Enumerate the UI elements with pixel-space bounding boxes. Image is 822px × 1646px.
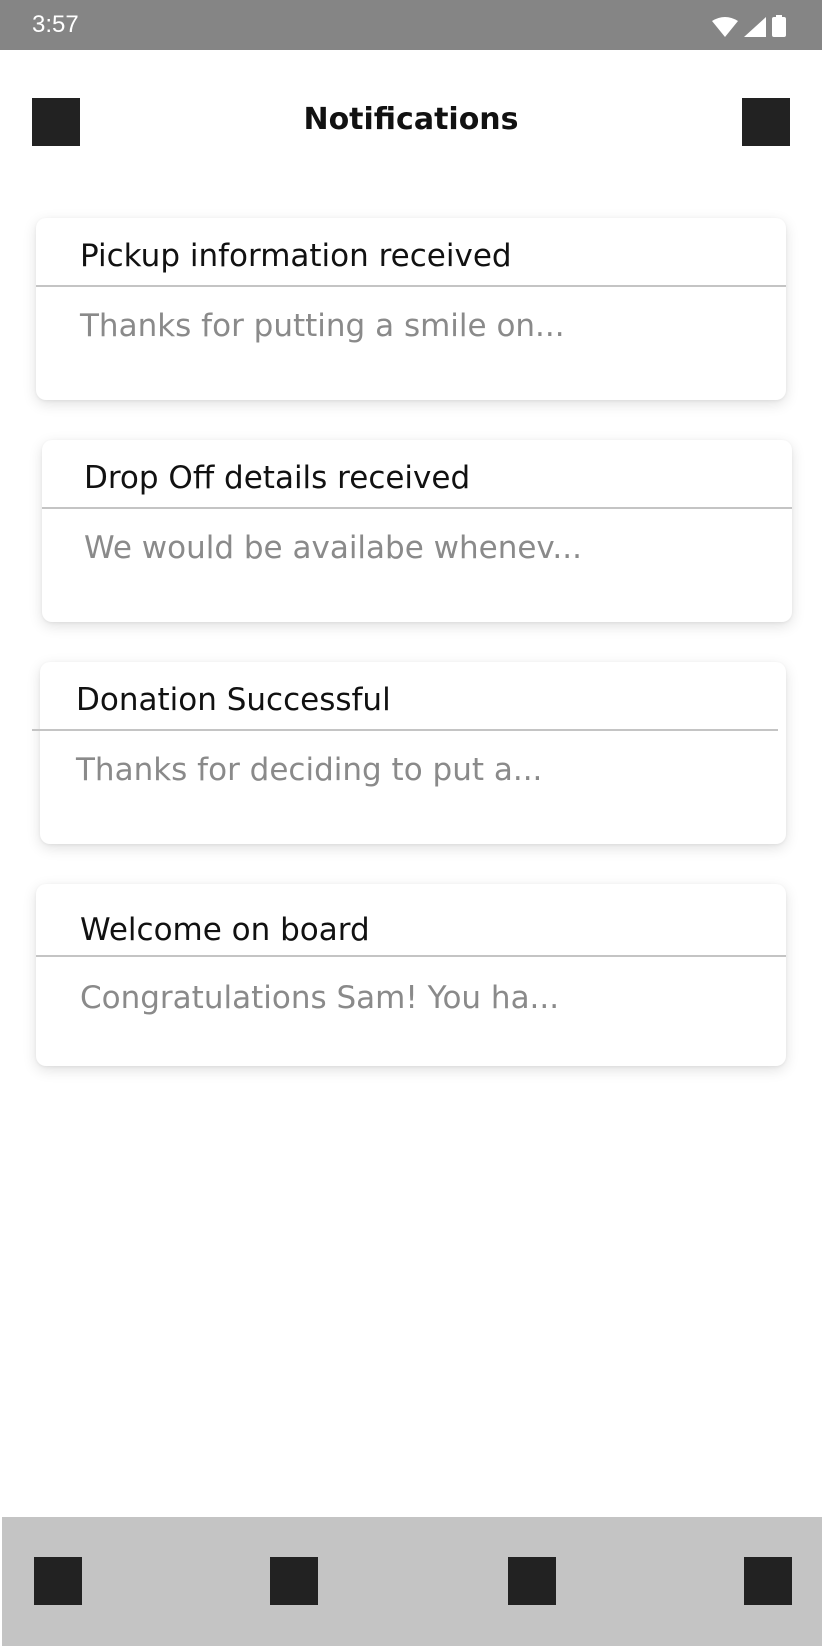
nav-icon-4[interactable]	[744, 1557, 792, 1605]
notification-title: Pickup information received	[80, 238, 512, 274]
notification-card[interactable]: Pickup information received Thanks for p…	[36, 218, 786, 400]
notification-preview: We would be availabe whenev...	[84, 530, 582, 566]
card-divider	[36, 285, 786, 287]
status-time: 3:57	[32, 11, 79, 38]
card-divider	[42, 507, 792, 509]
action-icon[interactable]	[742, 98, 790, 146]
status-bar: 3:57	[0, 0, 822, 50]
nav-icon-3[interactable]	[508, 1557, 556, 1605]
status-icons	[712, 15, 786, 37]
wifi-icon	[712, 17, 738, 37]
notification-card[interactable]: Welcome on board Congratulations Sam! Yo…	[36, 884, 786, 1066]
app-bar: Notifications	[0, 50, 822, 196]
notification-title: Drop Off details received	[84, 460, 471, 496]
notification-card[interactable]: Drop Off details received We would be av…	[42, 440, 792, 622]
notification-preview: Congratulations Sam! You ha...	[80, 980, 560, 1016]
notification-preview: Thanks for putting a smile on...	[80, 308, 565, 344]
battery-icon	[772, 15, 786, 37]
notification-card[interactable]: Donation Successful Thanks for deciding …	[32, 662, 786, 844]
cellular-signal-icon	[744, 17, 766, 37]
card-divider	[32, 729, 778, 731]
notification-preview: Thanks for deciding to put a...	[76, 752, 543, 788]
nav-icon-2[interactable]	[270, 1557, 318, 1605]
notification-title: Welcome on board	[80, 912, 370, 948]
nav-icon-1[interactable]	[34, 1557, 82, 1605]
page-title: Notifications	[303, 102, 519, 137]
card-divider	[36, 955, 786, 957]
notification-title: Donation Successful	[76, 682, 391, 718]
bottom-navigation	[2, 1517, 822, 1646]
